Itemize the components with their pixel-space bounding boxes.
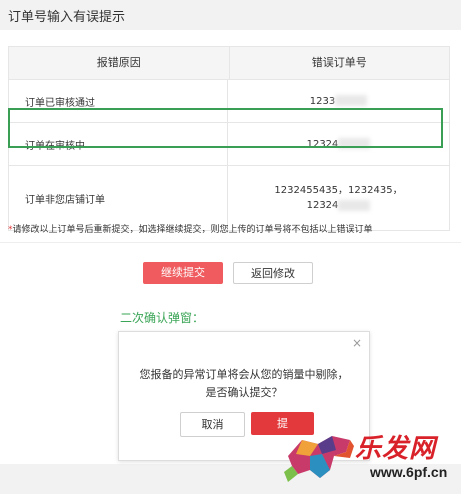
table-header: 报错原因 错误订单号 [9, 47, 449, 80]
column-header-reason: 报错原因 [96, 56, 141, 69]
error-table: 报错原因 错误订单号 订单已审核通过 1233 订单在审核中 12324 订单非… [8, 46, 450, 231]
dialog-message: 您报备的异常订单将会从您的销量中剔除， [139, 368, 349, 381]
orders-cell: 1232455435，1232435， 12324 [227, 166, 449, 230]
reason-cell: 订单非您店铺订单 [25, 194, 105, 206]
dialog-question: 是否确认提交？ [205, 386, 283, 399]
content-area: 报错原因 错误订单号 订单已审核通过 1233 订单在审核中 12324 订单非… [0, 30, 461, 482]
divider [0, 242, 461, 243]
back-edit-button[interactable]: 返回修改 [233, 262, 313, 284]
page-title: 订单号输入有误提示 [8, 10, 126, 25]
reason-cell: 订单已审核通过 [25, 97, 95, 109]
bull-logo-icon [284, 436, 354, 482]
column-header-orders: 错误订单号 [228, 47, 450, 79]
order-number: 1232455435，1232435， [274, 185, 403, 196]
order-number: 1233 [309, 95, 336, 107]
redaction-blur [335, 95, 368, 106]
watermark-text: 乐发网 [355, 434, 437, 464]
section-label: 二次确认弹窗： [120, 311, 205, 325]
header-bar: 订单号输入有误提示 [0, 0, 461, 30]
watermark-logo: 乐发网 www.6pf.cn [280, 426, 458, 490]
note-text: 请修改以上订单号后重新提交，如选择继续提交，则您上传的订单号将不包括以上错误订单 [12, 225, 373, 235]
watermark-url: www.6pf.cn [370, 464, 448, 480]
order-number: 12324 [306, 138, 339, 150]
orders-cell: 1233 [227, 80, 449, 122]
table-row: 订单在审核中 12324 [9, 123, 449, 166]
order-number: 12324 [306, 200, 339, 211]
close-icon[interactable]: × [352, 336, 362, 350]
orders-cell: 12324 [227, 123, 449, 165]
warning-note: *请修改以上订单号后重新提交，如选择继续提交，则您上传的订单号将不包括以上错误订… [8, 222, 373, 235]
redaction-blur [338, 138, 371, 149]
cancel-button[interactable]: 取消 [180, 412, 245, 437]
continue-submit-button[interactable]: 继续提交 [143, 262, 223, 284]
table-row: 订单已审核通过 1233 [9, 80, 449, 123]
redaction-blur [338, 199, 371, 211]
reason-cell: 订单在审核中 [25, 140, 85, 152]
